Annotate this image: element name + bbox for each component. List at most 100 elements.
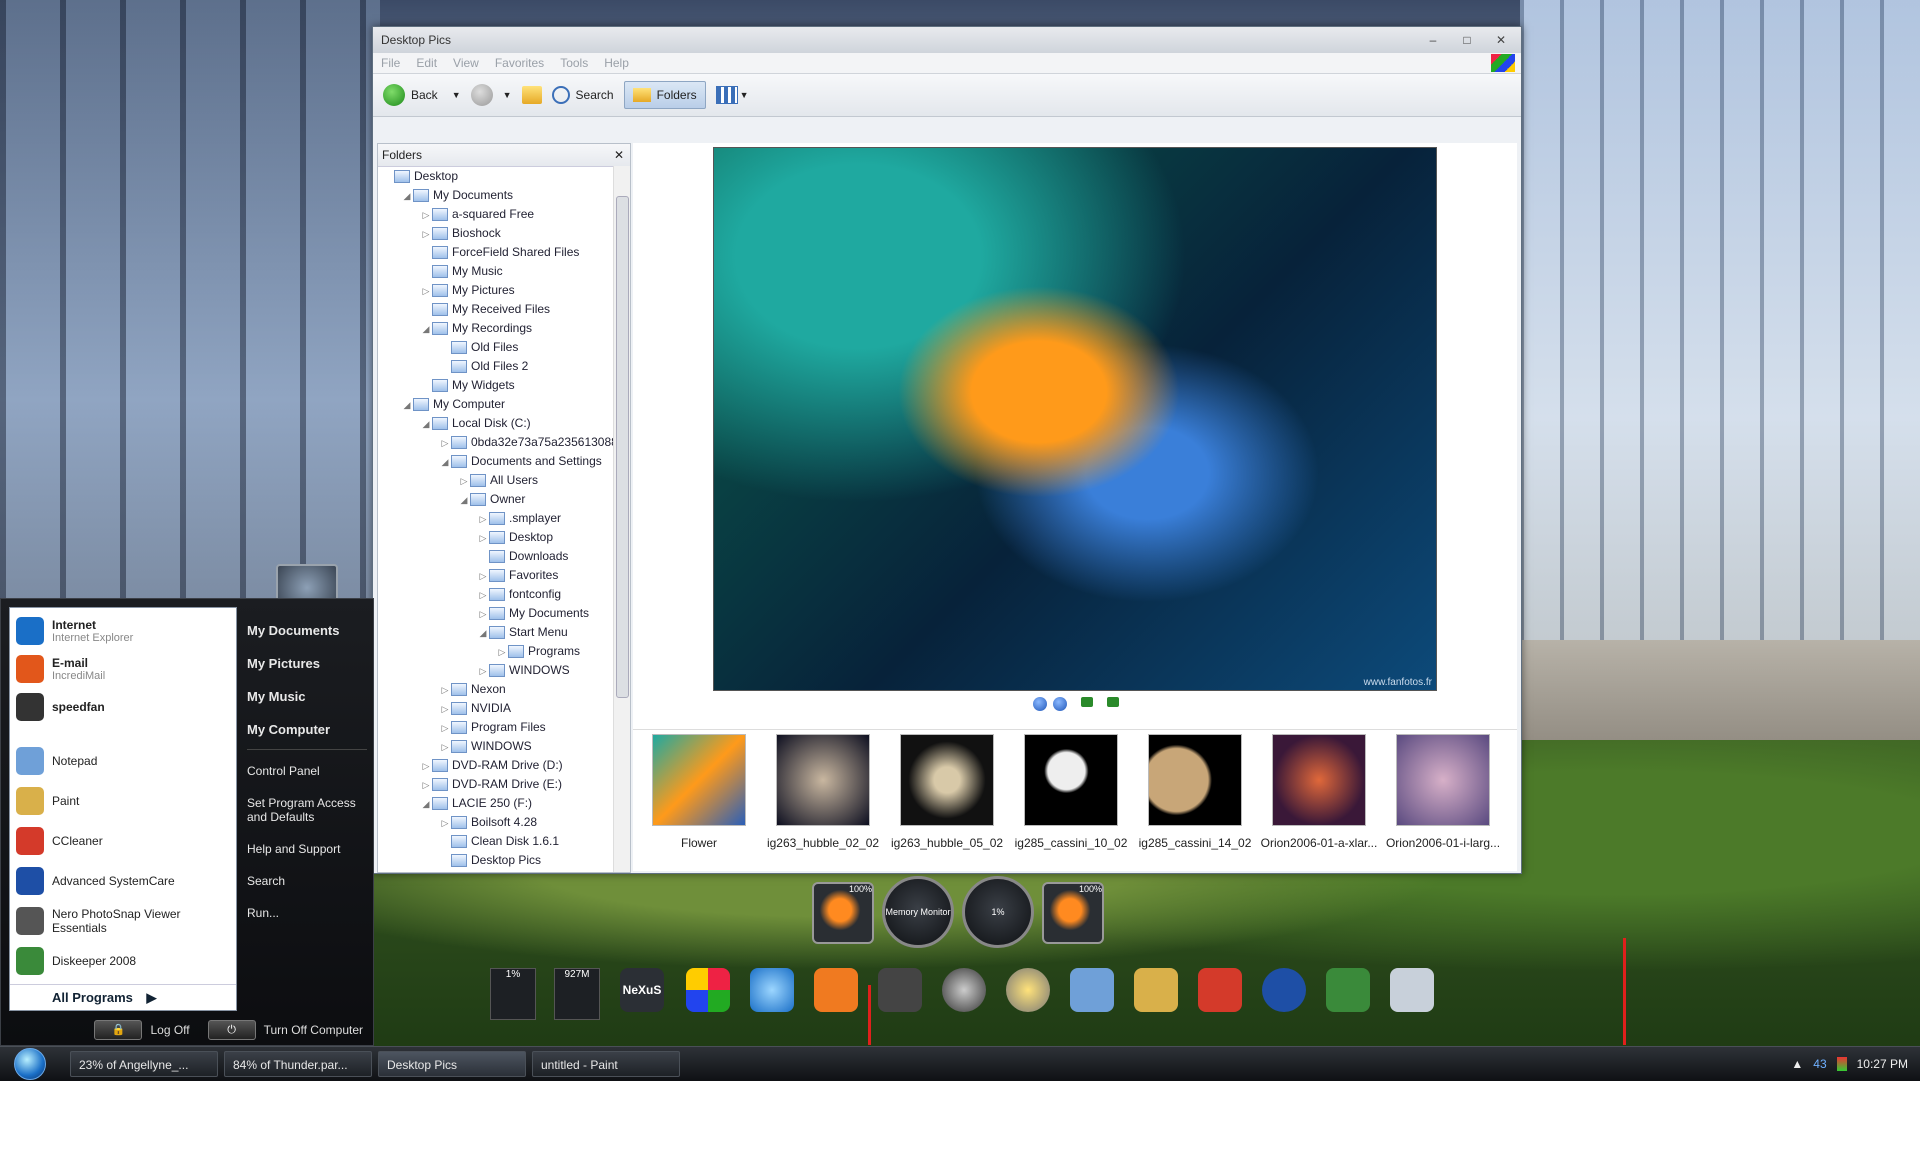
systemcare-icon[interactable] xyxy=(1262,968,1306,1012)
back-dropdown-icon[interactable]: ▼ xyxy=(452,90,461,100)
start-place-item[interactable]: Set Program Access and Defaults xyxy=(247,796,367,824)
tree-expand-icon[interactable]: ▷ xyxy=(477,567,489,586)
tree-item[interactable]: Desktop Pics xyxy=(378,851,630,870)
menu-view[interactable]: View xyxy=(453,56,479,70)
tree-item[interactable]: ▷ Favorites xyxy=(378,566,630,585)
explorer-window[interactable]: Desktop Pics – □ ✕ File Edit View Favori… xyxy=(372,26,1522,874)
cpu-usage-meter-gadget[interactable]: 100% xyxy=(1042,882,1104,944)
tree-item[interactable]: ◢ Start Menu xyxy=(378,623,630,642)
rotate-counterclockwise-icon[interactable] xyxy=(1107,697,1119,707)
tree-expand-icon[interactable]: ▷ xyxy=(420,225,432,244)
start-place-item[interactable]: Help and Support xyxy=(247,842,367,856)
notepad-icon[interactable] xyxy=(1070,968,1114,1012)
tree-item[interactable]: ▷ WINDOWS xyxy=(378,661,630,680)
cpu-meter-gadget[interactable]: 100% xyxy=(812,882,874,944)
tree-item[interactable]: ▷ WINDOWS xyxy=(378,737,630,756)
tree-item[interactable]: ◢ My Recordings xyxy=(378,319,630,338)
taskbar-button[interactable]: 84% of Thunder.par... xyxy=(224,1051,372,1077)
tree-item[interactable]: Desktop xyxy=(378,167,630,186)
internet-explorer-icon[interactable] xyxy=(750,968,794,1012)
tree-item[interactable]: ▷ All Users xyxy=(378,471,630,490)
tree-item[interactable]: ▷ My Documents xyxy=(378,604,630,623)
power-icon[interactable]: ⏻ xyxy=(207,1020,256,1040)
tree-item[interactable]: ▷ a-squared Free xyxy=(378,205,630,224)
tree-expand-icon[interactable]: ◢ xyxy=(401,396,413,415)
tree-expand-icon[interactable]: ▷ xyxy=(420,757,432,776)
taskbar-button[interactable]: 23% of Angellyne_... xyxy=(70,1051,218,1077)
menu-favorites[interactable]: Favorites xyxy=(495,56,544,70)
start-place-item[interactable]: My Pictures xyxy=(247,656,367,671)
next-image-icon[interactable] xyxy=(1053,697,1067,711)
tree-expand-icon[interactable]: ▷ xyxy=(439,738,451,757)
tree-expand-icon[interactable]: ▷ xyxy=(477,662,489,681)
tree-item[interactable]: ◢ My Computer xyxy=(378,395,630,414)
folder-scrollbar[interactable] xyxy=(613,166,630,872)
tree-expand-icon[interactable]: ◢ xyxy=(401,187,413,206)
thumbnail[interactable]: Orion2006-01-i-larg... xyxy=(1383,734,1503,850)
tree-expand-icon[interactable]: ▷ xyxy=(458,472,470,491)
camera-icon[interactable] xyxy=(878,968,922,1012)
tree-expand-icon[interactable]: ▷ xyxy=(477,605,489,624)
tree-item[interactable]: ForceField Shared Files xyxy=(378,243,630,262)
thumbnail[interactable]: ig263_hubble_05_02 xyxy=(887,734,1007,850)
tree-expand-icon[interactable]: ▷ xyxy=(477,529,489,548)
tree-expand-icon[interactable]: ▷ xyxy=(439,434,451,453)
tree-expand-icon[interactable]: ▷ xyxy=(439,719,451,738)
search-button[interactable]: Search xyxy=(551,86,614,104)
dock-memory-graph[interactable]: 927M xyxy=(554,968,600,1020)
tree-expand-icon[interactable]: ◢ xyxy=(439,453,451,472)
start-place-item[interactable]: My Music xyxy=(247,689,367,704)
taskbar-button[interactable]: untitled - Paint xyxy=(532,1051,680,1077)
back-button[interactable]: Back ▼ xyxy=(383,84,461,106)
ccleaner-icon[interactable] xyxy=(1198,968,1242,1012)
incredimail-icon[interactable] xyxy=(814,968,858,1012)
start-pinned-item[interactable]: Internet Internet Explorer xyxy=(16,614,230,648)
maximize-button[interactable]: □ xyxy=(1453,31,1481,49)
menu-edit[interactable]: Edit xyxy=(416,56,437,70)
menu-tools[interactable]: Tools xyxy=(560,56,588,70)
start-place-item[interactable]: My Documents xyxy=(247,623,367,638)
minimize-button[interactable]: – xyxy=(1419,31,1447,49)
thumbnail[interactable]: Orion2006-01-a-xlar... xyxy=(1259,734,1379,850)
tree-item[interactable]: Clean Disk 1.6.1 xyxy=(378,832,630,851)
thumbnail[interactable]: ig285_cassini_14_02 xyxy=(1135,734,1255,850)
windows-icon[interactable] xyxy=(686,968,730,1012)
scrollbar-thumb[interactable] xyxy=(616,196,629,698)
tree-item[interactable]: ▷ Desktop xyxy=(378,528,630,547)
tree-item[interactable]: My Received Files xyxy=(378,300,630,319)
tree-expand-icon[interactable]: ▷ xyxy=(496,643,508,662)
tree-expand-icon[interactable]: ◢ xyxy=(420,795,432,814)
tree-item[interactable]: My Widgets xyxy=(378,376,630,395)
tree-item[interactable]: ◢ Documents and Settings xyxy=(378,452,630,471)
tree-expand-icon[interactable]: ◢ xyxy=(458,491,470,510)
thumbnail[interactable]: ig285_cassini_10_02 xyxy=(1011,734,1131,850)
tree-expand-icon[interactable]: ▷ xyxy=(420,282,432,301)
taskbar-button[interactable]: Desktop Pics xyxy=(378,1051,526,1077)
tree-item[interactable]: ▷ Bioshock xyxy=(378,224,630,243)
thumbnail[interactable]: Flower xyxy=(639,734,759,850)
tree-expand-icon[interactable]: ▷ xyxy=(439,814,451,833)
start-place-item[interactable]: Search xyxy=(247,874,367,888)
tree-item[interactable]: ▷ Programs xyxy=(378,642,630,661)
forward-dropdown-icon[interactable]: ▼ xyxy=(503,90,512,100)
close-button[interactable]: ✕ xyxy=(1487,31,1515,49)
tray-meter-icon[interactable] xyxy=(1836,1057,1847,1071)
views-button[interactable]: ▼ xyxy=(715,86,749,104)
all-programs-button[interactable]: All Programs ▶ xyxy=(10,984,236,1010)
tree-item[interactable]: Downloads xyxy=(378,547,630,566)
diskeeper-icon[interactable] xyxy=(1326,968,1370,1012)
start-recent-item[interactable]: CCleaner xyxy=(16,824,230,858)
tree-item[interactable]: ◢ My Documents xyxy=(378,186,630,205)
start-recent-item[interactable]: Paint xyxy=(16,784,230,818)
turn-off-button[interactable]: Turn Off Computer xyxy=(264,1023,363,1037)
lock-icon[interactable]: 🔒 xyxy=(94,1020,143,1040)
menu-help[interactable]: Help xyxy=(604,56,629,70)
log-off-button[interactable]: Log Off xyxy=(150,1023,189,1037)
tree-item[interactable]: ◢ Owner xyxy=(378,490,630,509)
network-icon[interactable] xyxy=(1006,968,1050,1012)
tree-item[interactable]: ▷ NVIDIA xyxy=(378,699,630,718)
start-pinned-item[interactable]: E-mail IncrediMail xyxy=(16,652,230,686)
tree-item[interactable]: ▷ .smplayer xyxy=(378,509,630,528)
views-dropdown-icon[interactable]: ▼ xyxy=(740,90,749,100)
menu-file[interactable]: File xyxy=(381,56,400,70)
